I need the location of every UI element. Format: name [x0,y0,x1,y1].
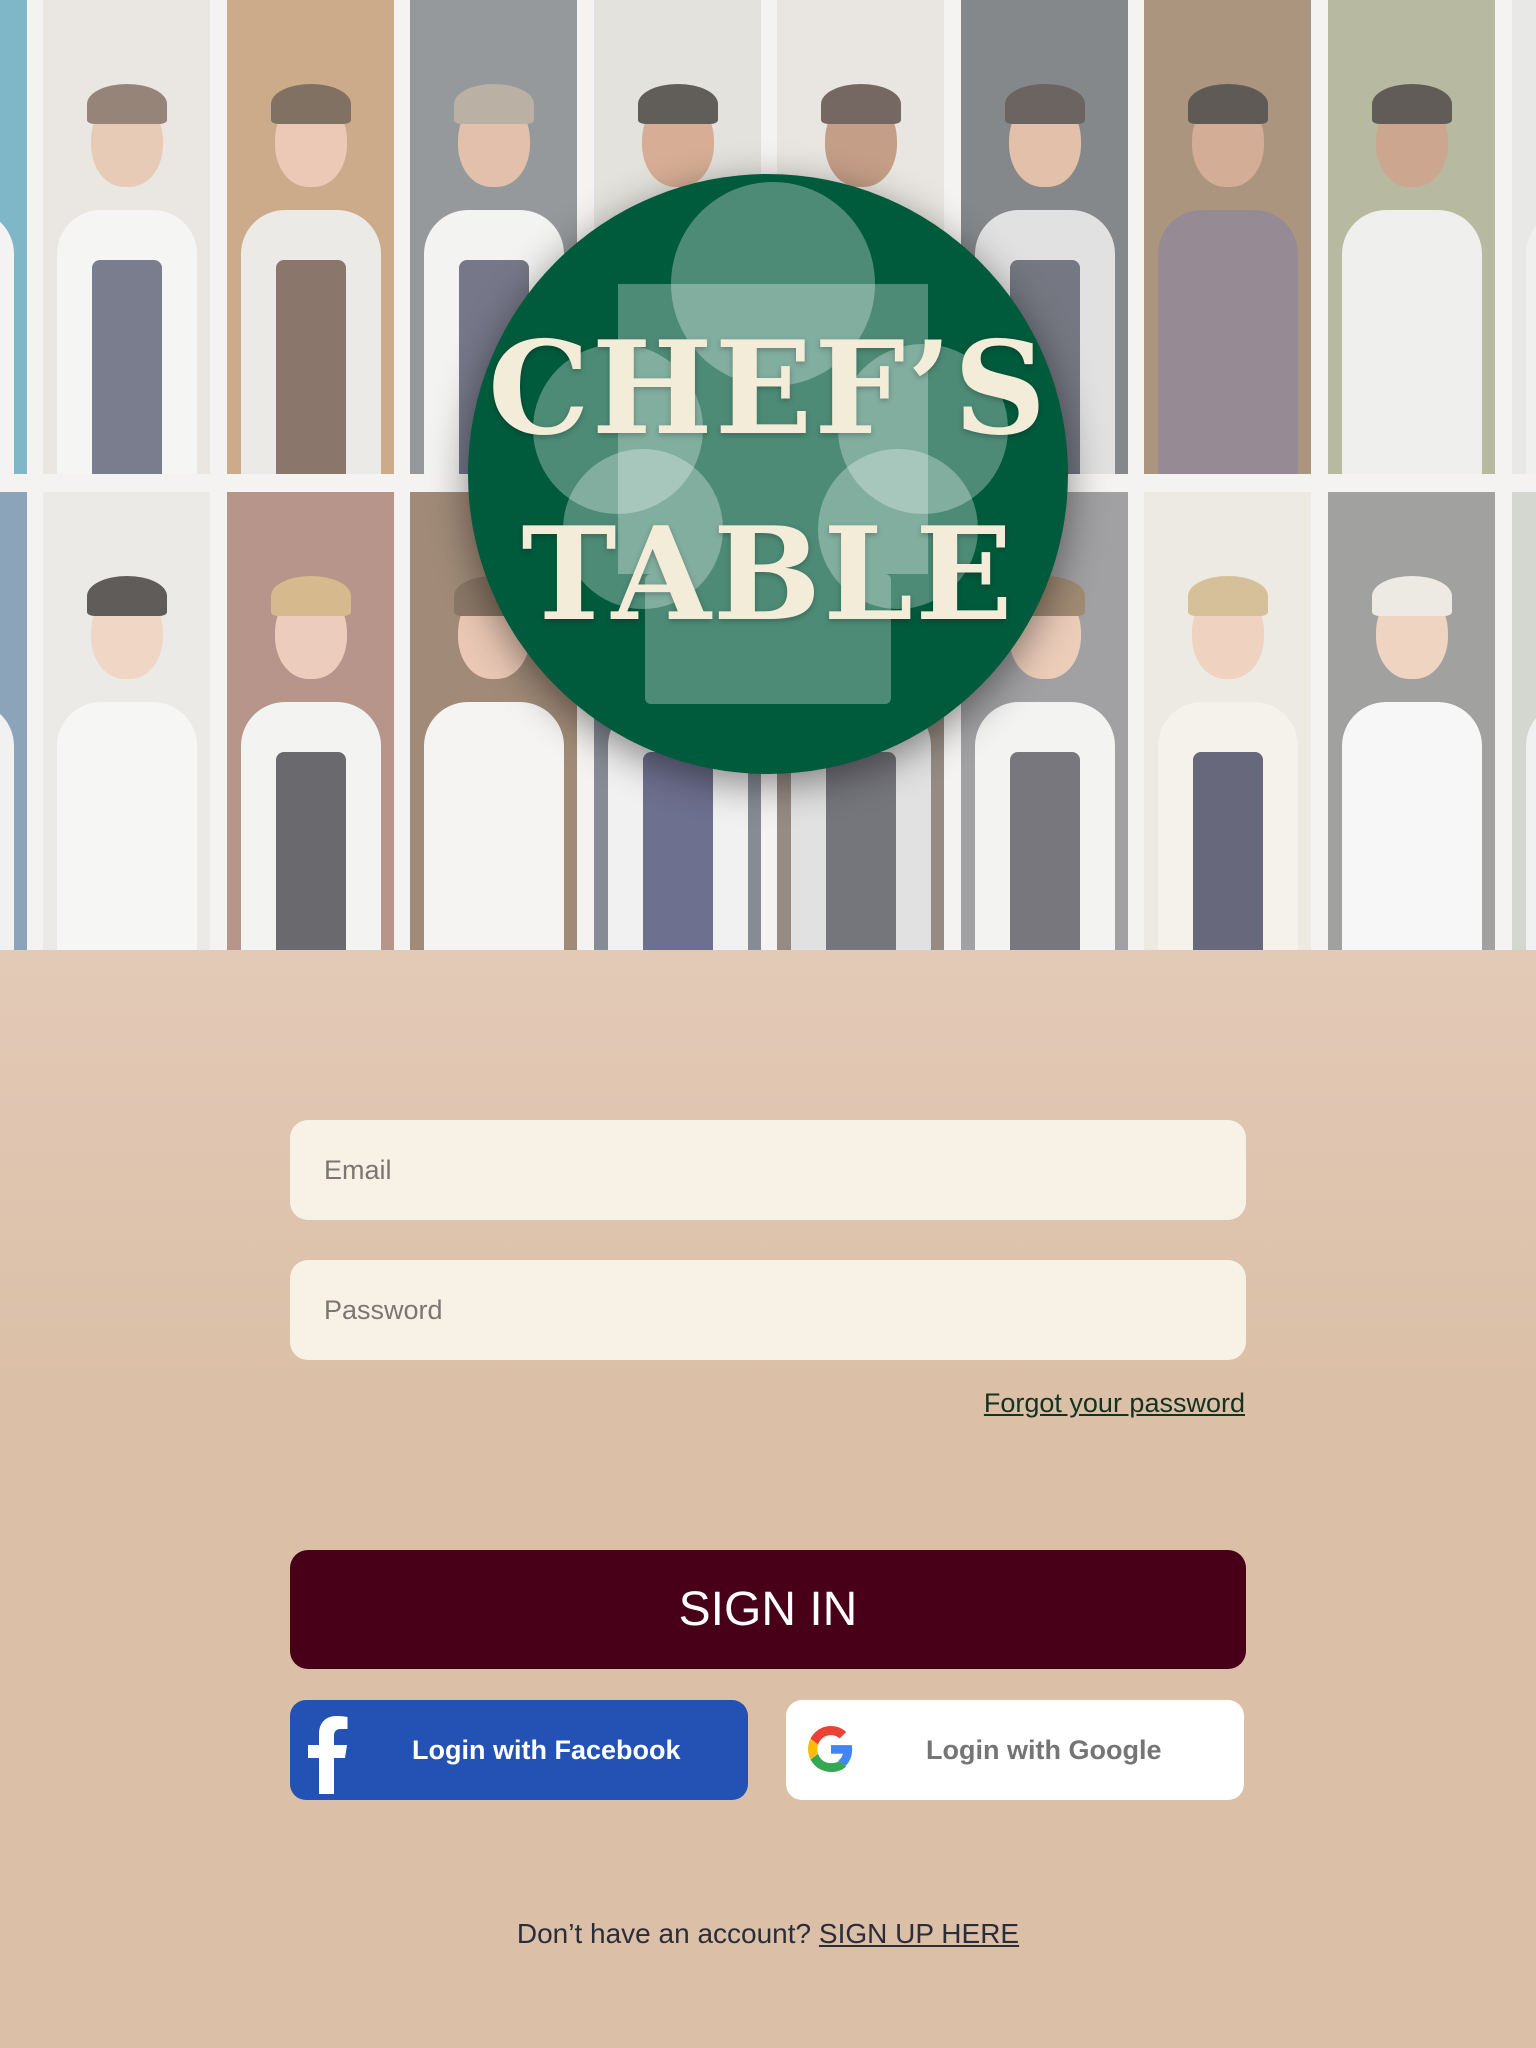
facebook-login-button[interactable]: Login with Facebook [290,1700,748,1800]
email-field[interactable] [290,1120,1246,1220]
password-field[interactable] [290,1260,1246,1360]
signup-prompt-row: Don’t have an account? SIGN UP HERE [0,1918,1536,1950]
logo-title-line-1: CHEF’S [487,314,1049,464]
facebook-login-label: Login with Facebook [412,1735,681,1765]
chefs-table-logo: CHEF’S TABLE [468,174,1068,774]
chef-hat-icon [533,182,1008,704]
login-panel [0,950,1536,2048]
google-g-icon [808,1726,853,1772]
signup-link[interactable]: SIGN UP HERE [819,1918,1019,1949]
google-login-label: Login with Google [926,1735,1162,1765]
signup-prompt-text: Don’t have an account? [516,1918,812,1949]
logo-title-line-2: TABLE [521,500,1015,650]
facebook-f-icon [308,1716,348,1794]
forgot-password-link[interactable]: Forgot your password [984,1388,1245,1419]
sign-in-button[interactable]: SIGN IN [290,1550,1246,1669]
google-login-button[interactable]: Login with Google [786,1700,1244,1800]
